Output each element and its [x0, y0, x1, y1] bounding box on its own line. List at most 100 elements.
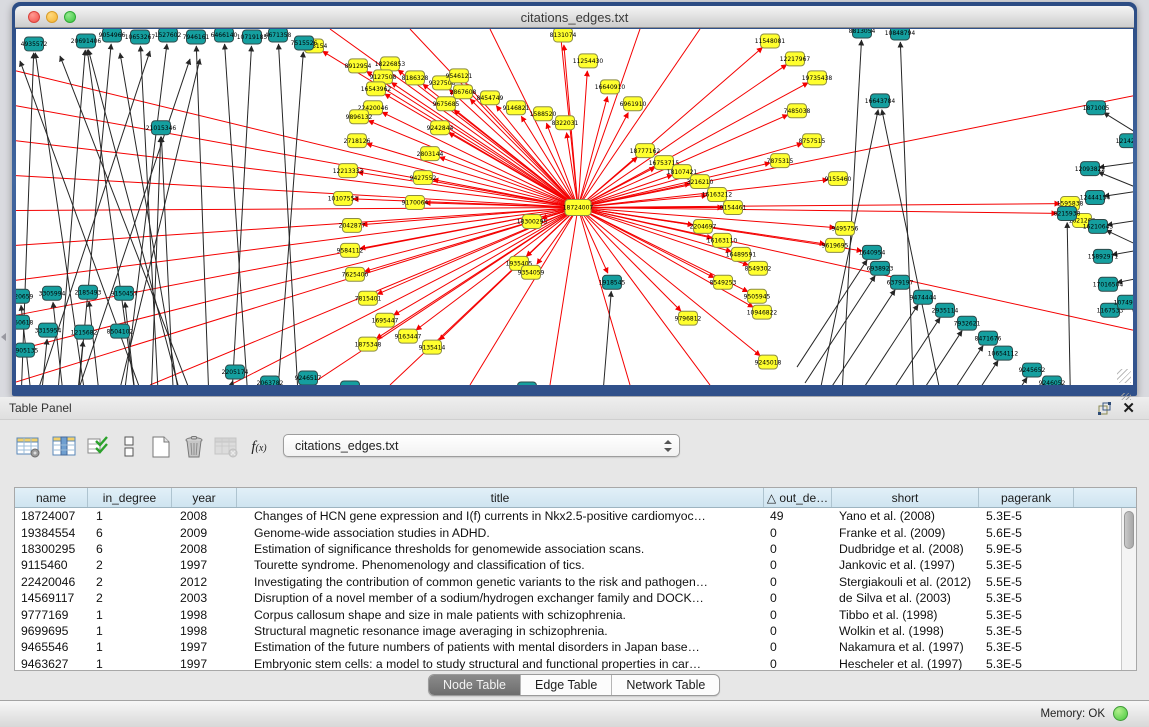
edge[interactable]	[825, 290, 895, 385]
edge[interactable]	[16, 207, 578, 245]
edge[interactable]	[416, 207, 578, 330]
column-header-title[interactable]: title	[237, 488, 764, 507]
edge[interactable]	[882, 110, 948, 385]
scrollbar-thumb[interactable]	[1124, 511, 1134, 549]
edge[interactable]	[225, 44, 250, 385]
delete-column-icon[interactable]	[179, 432, 209, 462]
edge[interactable]	[840, 40, 862, 385]
graph-node-8219249[interactable]	[518, 382, 537, 385]
edge[interactable]	[16, 207, 578, 210]
cell-name: 22420046	[15, 575, 88, 589]
cell-year: 2003	[172, 591, 237, 605]
table-row[interactable]: 2242004622012Investigating the contribut…	[15, 574, 1121, 590]
graph-node-label: 16640910	[595, 84, 626, 91]
edge[interactable]	[870, 318, 940, 385]
edge[interactable]	[88, 50, 190, 385]
table-row[interactable]: 946362711997Embryonic stem cells: a mode…	[15, 656, 1121, 670]
column-header-short[interactable]: short	[832, 488, 979, 507]
graph-node-label: 9796812	[675, 315, 702, 322]
edge[interactable]	[578, 71, 587, 208]
edge[interactable]	[578, 207, 608, 273]
edge[interactable]	[140, 46, 160, 385]
tab-node-table[interactable]: Node Table	[429, 675, 520, 695]
edge[interactable]	[797, 260, 867, 367]
cell-name: 19384554	[15, 526, 88, 540]
table-row[interactable]: 969969511998Structural magnetic resonanc…	[15, 623, 1121, 639]
cell-short: Dudbridge et al. (2008)	[832, 542, 979, 556]
tab-network-table[interactable]: Network Table	[611, 675, 719, 695]
window-resize-grip[interactable]	[1117, 369, 1131, 383]
edge[interactable]	[550, 207, 578, 385]
cell-year: 1998	[172, 608, 237, 622]
edge[interactable]	[892, 331, 962, 385]
float-panel-icon[interactable]	[1098, 402, 1111, 420]
edge[interactable]	[394, 207, 578, 315]
tab-edge-table[interactable]: Edge Table	[520, 675, 611, 695]
graph-node-label: 10848794	[885, 30, 916, 37]
citation-network-graph[interactable]: 1872400789129541822685391275088186328932…	[16, 29, 1133, 385]
sidebar-collapse-arrow-icon[interactable]	[1, 333, 6, 341]
edge[interactable]	[470, 207, 578, 385]
table-row[interactable]: 1872400712008Changes of HCN gene express…	[15, 508, 1121, 524]
graph-node-label: 16489591	[726, 252, 757, 259]
edge[interactable]	[578, 204, 1060, 208]
function-builder-icon[interactable]: f(x)	[244, 432, 274, 462]
graph-node-label: 5905135	[16, 347, 39, 354]
edge[interactable]	[578, 207, 1057, 213]
graph-node-label: 10653267	[125, 34, 156, 41]
edge[interactable]	[900, 42, 915, 385]
cell-short: Stergiakouli et al. (2012)	[832, 575, 979, 589]
edge[interactable]	[1098, 172, 1133, 193]
table-row[interactable]: 1938455462009Genome-wide association stu…	[15, 524, 1121, 540]
column-header-name[interactable]: name	[15, 488, 88, 507]
edge[interactable]	[360, 207, 578, 248]
graph-node-label: 9150457	[111, 290, 138, 297]
create-column-icon[interactable]	[146, 432, 176, 462]
graph-node-label: 1695447	[372, 317, 399, 324]
memory-ok-indicator-icon[interactable]	[1113, 706, 1128, 721]
edge[interactable]	[1106, 230, 1133, 250]
edge[interactable]	[230, 46, 251, 385]
status-bar: Memory: OK	[0, 700, 1149, 727]
edge[interactable]	[600, 291, 611, 385]
column-checkmarks-icon[interactable]	[84, 432, 114, 462]
cell-title: Embryonic stem cells: a model to study s…	[237, 657, 764, 670]
table-vertical-scrollbar[interactable]	[1121, 508, 1136, 670]
table-row[interactable]: 946554611997Estimation of the future num…	[15, 639, 1121, 655]
edge[interactable]	[275, 52, 303, 385]
edge[interactable]	[578, 207, 710, 385]
graph-node-label: 9135414	[419, 344, 446, 351]
edge[interactable]	[16, 207, 578, 350]
table-mode-icon[interactable]	[14, 432, 44, 462]
column-header-out_degree[interactable]: △ out_de…	[764, 488, 832, 507]
close-panel-icon[interactable]: ✕	[1122, 399, 1135, 417]
select-columns-icon[interactable]	[50, 432, 80, 462]
row-options-icon[interactable]	[114, 432, 144, 462]
edge[interactable]	[196, 46, 210, 385]
table-row[interactable]: 977716911998Corpus callosum shape and si…	[15, 606, 1121, 622]
edge[interactable]	[1067, 222, 1071, 385]
graph-node-label: 2042877	[339, 223, 366, 230]
node-table: namein_degreeyeartitle△ out_de…shortpage…	[14, 487, 1137, 671]
edge[interactable]	[20, 53, 34, 385]
table-selector-dropdown[interactable]: citations_edges.txt	[283, 434, 680, 457]
table-row[interactable]: 911546021997Tourette syndrome. Phenomeno…	[15, 557, 1121, 573]
edge[interactable]	[578, 113, 628, 208]
edge[interactable]	[89, 301, 103, 385]
column-header-pagerank[interactable]: pagerank	[979, 488, 1074, 507]
table-row[interactable]: 1456911722003Disruption of a novel membe…	[15, 590, 1121, 606]
network-canvas[interactable]: 1872400789129541822685391275088186328932…	[16, 29, 1133, 385]
graph-node-label: 9054966	[99, 32, 126, 39]
network-window-titlebar[interactable]: citations_edges.txt	[15, 6, 1134, 28]
column-header-in_degree[interactable]: in_degree	[88, 488, 172, 507]
edge[interactable]	[928, 361, 998, 385]
node-layer[interactable]: 1872400789129541822685391275088186328932…	[16, 29, 1133, 385]
column-header-year[interactable]: year	[172, 488, 237, 507]
graph-node-label: 8813054	[849, 29, 876, 35]
cell-short: Wolkin et al. (1998)	[832, 624, 979, 638]
table-row[interactable]: 1830029562008Estimation of significance …	[15, 541, 1121, 557]
graph-node-label: 9154461	[720, 205, 747, 212]
edge[interactable]	[957, 378, 1027, 385]
cell-pagerank: 5.6E-5	[979, 526, 1074, 540]
edge[interactable]	[230, 207, 578, 385]
